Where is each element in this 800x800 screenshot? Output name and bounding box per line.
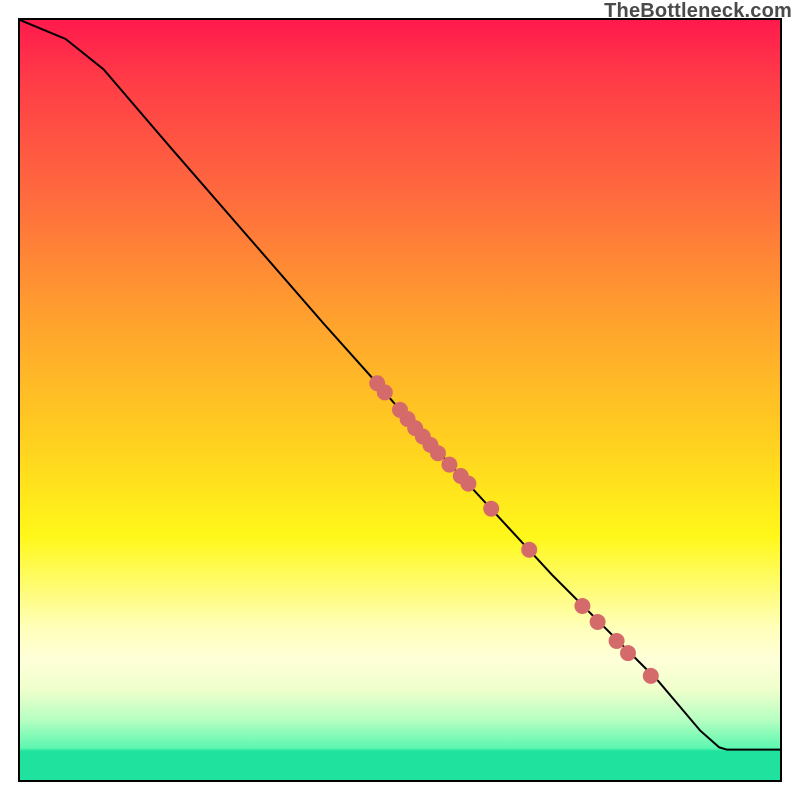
plot-area xyxy=(18,18,782,782)
data-point xyxy=(521,542,537,558)
bottleneck-curve-line xyxy=(20,20,780,750)
data-point xyxy=(609,633,625,649)
data-point xyxy=(441,457,457,473)
chart-overlay-svg xyxy=(20,20,780,780)
chart-frame: TheBottleneck.com xyxy=(0,0,800,800)
data-point xyxy=(377,384,393,400)
data-point xyxy=(574,598,590,614)
data-point xyxy=(590,614,606,630)
data-point xyxy=(483,501,499,517)
data-point xyxy=(620,645,636,661)
data-point xyxy=(430,445,446,461)
data-points-group xyxy=(369,375,659,684)
data-point xyxy=(460,476,476,492)
data-point xyxy=(643,668,659,684)
